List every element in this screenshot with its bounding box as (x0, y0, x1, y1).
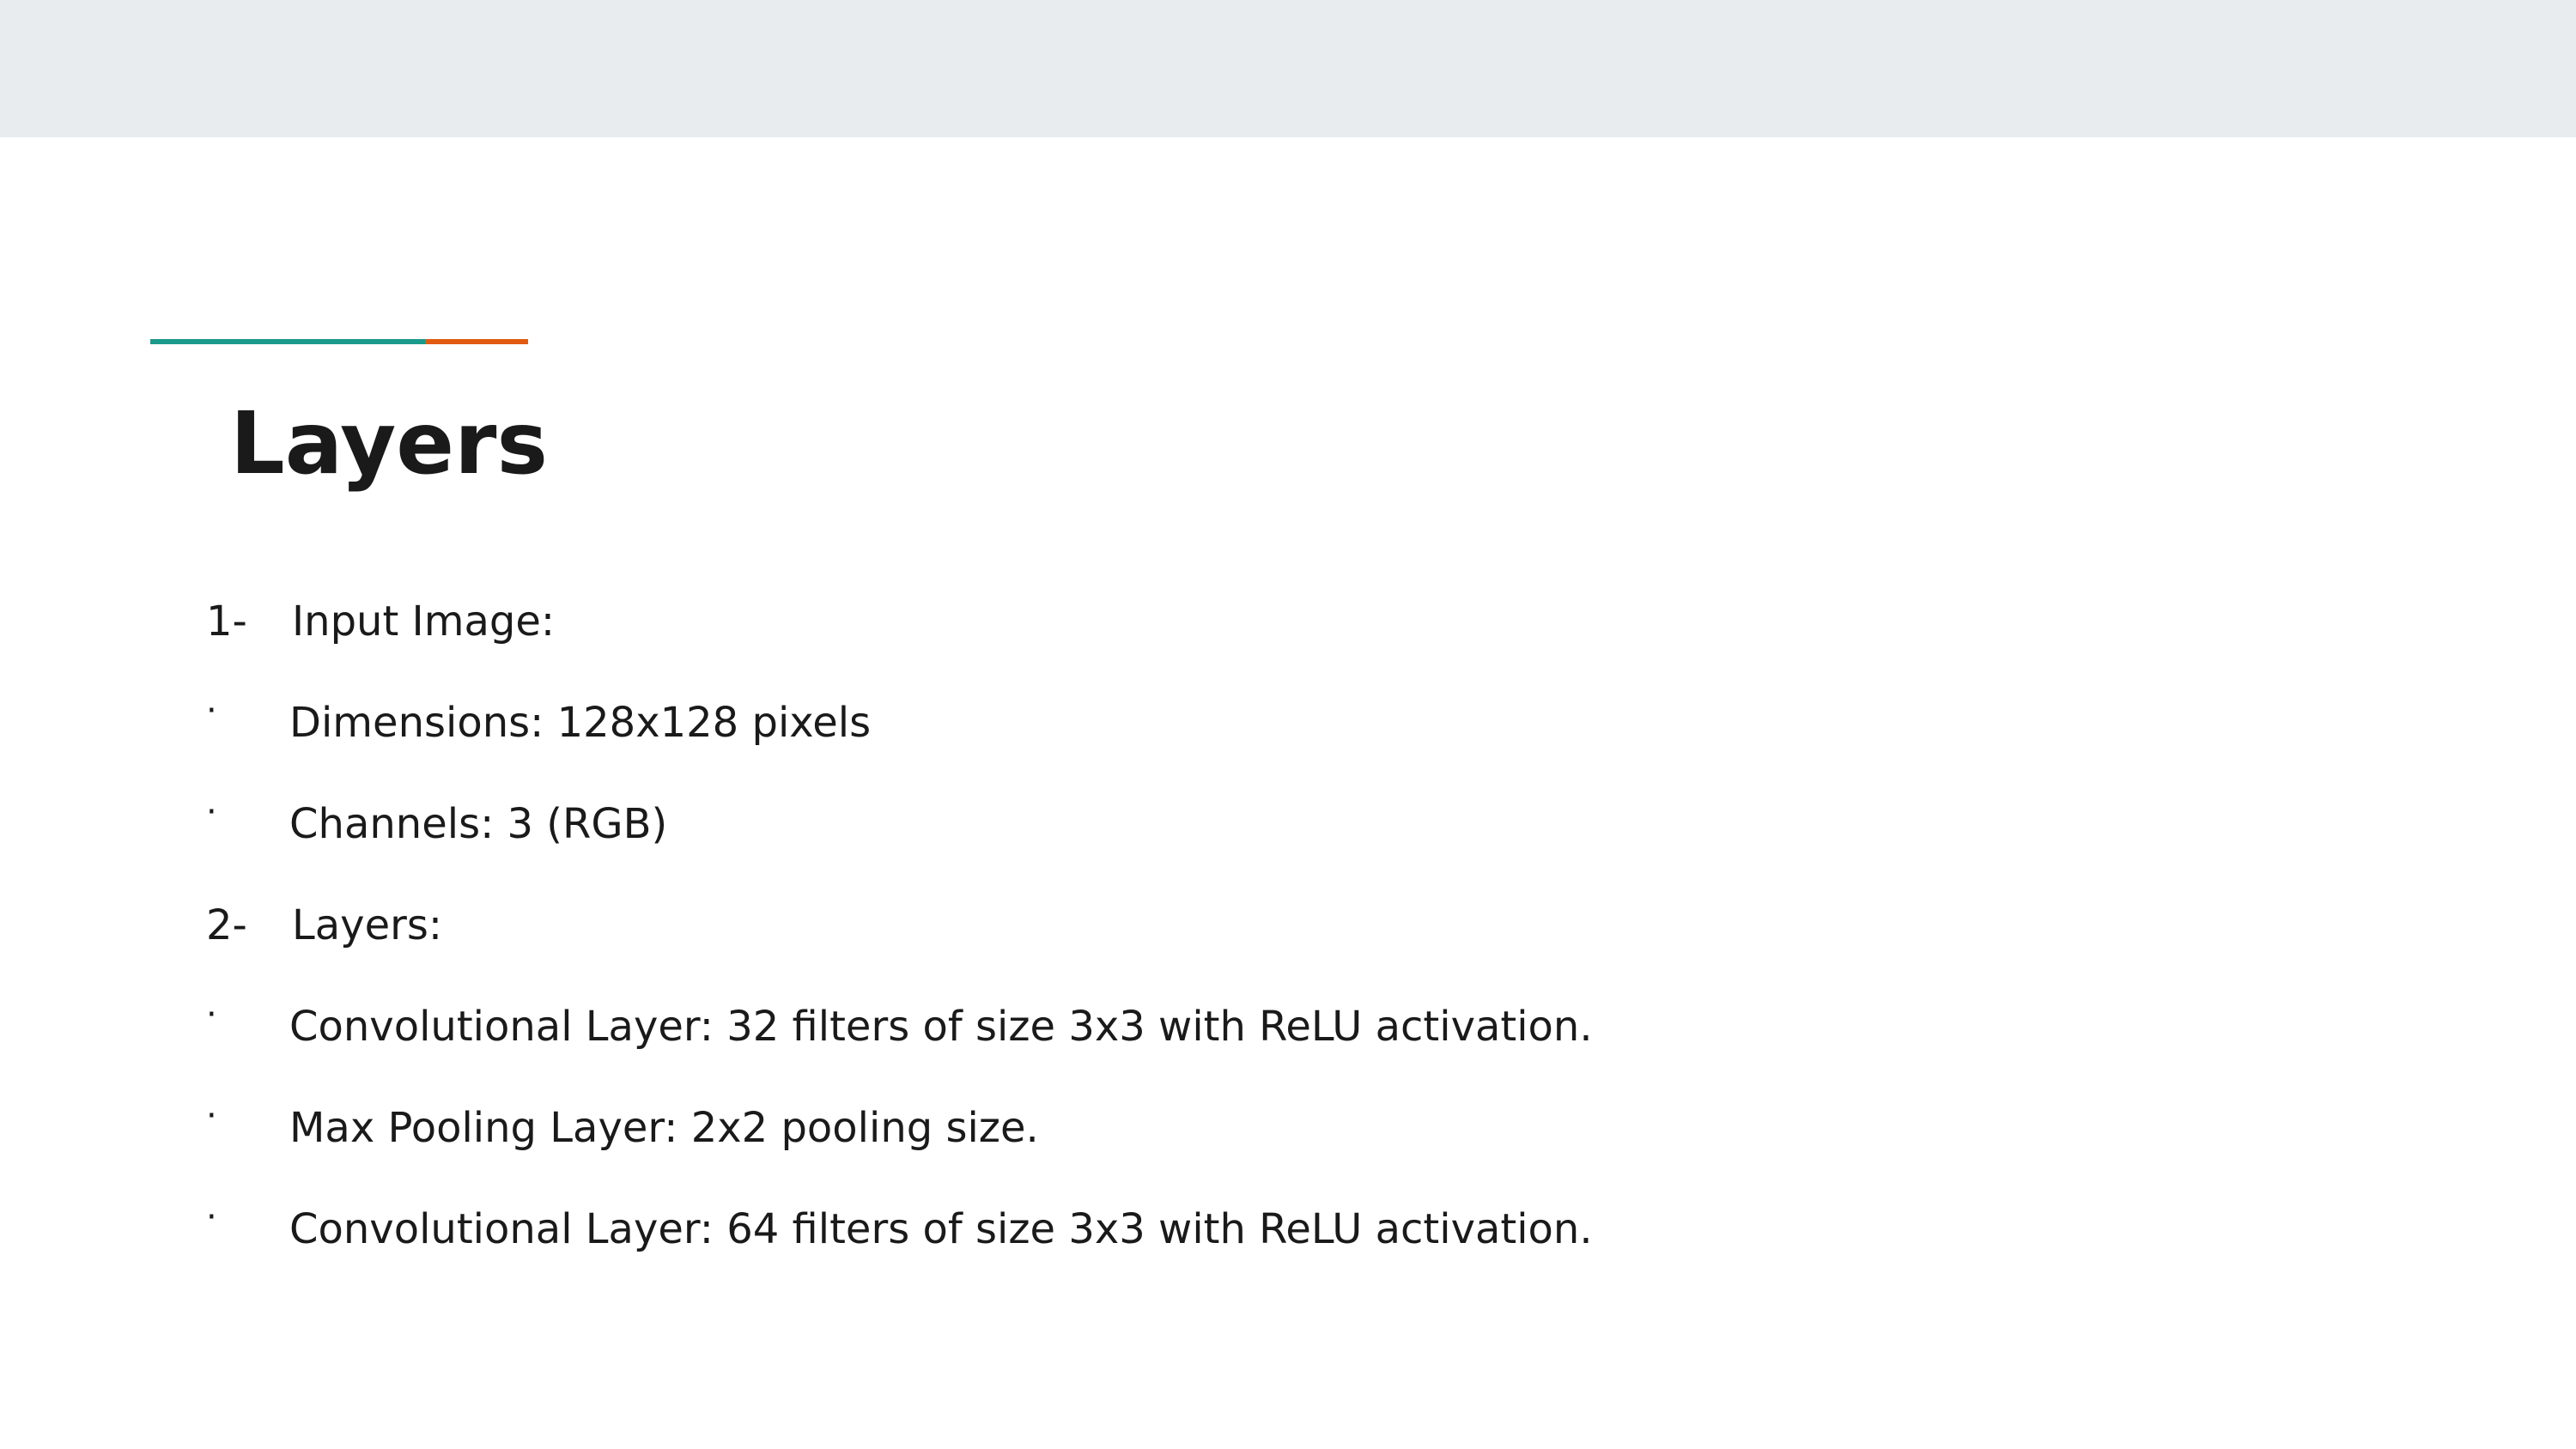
list-item-bullet: · Convolutional Layer: 64 filters of siz… (206, 1179, 2439, 1280)
list-item-text: Channels: 3 (RGB) (289, 800, 668, 848)
list-marker: 1- (206, 597, 247, 646)
list-item-bullet: · Convolutional Layer: 32 filters of siz… (206, 976, 2439, 1077)
list-item-text: Dimensions: 128x128 pixels (289, 699, 872, 747)
list-item-bullet: · Max Pooling Layer: 2x2 pooling size. (206, 1077, 2439, 1179)
list-item-number: 2- Layers: (206, 875, 2439, 976)
bullet-icon: · (206, 1096, 217, 1136)
slide: Layers 1- Input Image: · Dimensions: 128… (0, 0, 2576, 1449)
list-item-text: Convolutional Layer: 32 filters of size … (289, 1003, 1593, 1051)
list-item-bullet: · Channels: 3 (RGB) (206, 773, 2439, 875)
bullet-icon: · (206, 792, 217, 832)
slide-title: Layers (230, 393, 548, 494)
accent-line-orange (425, 339, 528, 344)
bullet-icon: · (206, 995, 217, 1034)
list-item-text: Convolutional Layer: 64 filters of size … (289, 1205, 1593, 1253)
list-item-text: Input Image: (292, 597, 556, 646)
list-item-text: Layers: (292, 901, 443, 949)
list-item-bullet: · Dimensions: 128x128 pixels (206, 672, 2439, 773)
list-marker: 2- (206, 901, 247, 949)
content-list: 1- Input Image: · Dimensions: 128x128 pi… (206, 571, 2439, 1280)
list-item-text: Max Pooling Layer: 2x2 pooling size. (289, 1104, 1039, 1152)
list-item-number: 1- Input Image: (206, 571, 2439, 672)
accent-line-teal (150, 339, 425, 344)
bullet-icon: · (206, 1197, 217, 1237)
bullet-icon: · (206, 691, 217, 731)
top-band (0, 0, 2576, 137)
